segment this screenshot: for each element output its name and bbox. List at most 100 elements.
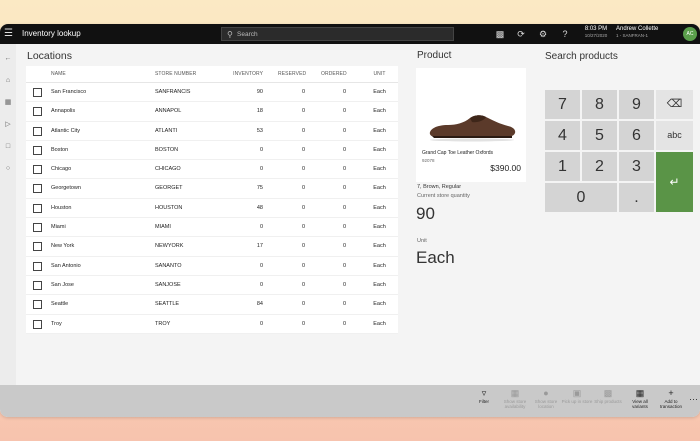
refresh-icon[interactable]: ⟳	[515, 28, 527, 40]
plus-icon: +	[668, 388, 674, 398]
row-checkbox[interactable]	[33, 184, 42, 194]
key-abc[interactable]: abc	[656, 121, 693, 150]
cell-reserved: 0	[301, 320, 305, 327]
cell-store-number: NEWYORK	[155, 243, 184, 250]
pick-up-in-store-button[interactable]: ▣ Pick up in store	[561, 387, 593, 404]
cell-reserved: 0	[301, 185, 305, 192]
cell-store-number: CHICAGO	[155, 166, 181, 173]
back-arrow-icon[interactable]: ←	[3, 54, 13, 64]
cell-name: San Jose	[51, 281, 74, 288]
key-decimal[interactable]: .	[619, 183, 654, 212]
left-nav: ← ⌂ ▦ ▷ □ ○	[0, 44, 16, 417]
more-icon[interactable]: ⋯	[689, 394, 698, 405]
ship-products-button[interactable]: ▩ Ship products	[592, 387, 624, 404]
cell-reserved: 0	[301, 166, 305, 173]
key-7[interactable]: 7	[545, 90, 580, 119]
show-store-availability-button[interactable]: ▦ Show store availability	[499, 387, 531, 409]
row-checkbox[interactable]	[33, 280, 42, 290]
key-1[interactable]: 1	[545, 152, 580, 181]
table-row[interactable]: New York NEWYORK 17 0 0 Each	[26, 237, 398, 257]
row-checkbox[interactable]	[33, 319, 42, 329]
key-5[interactable]: 5	[582, 121, 617, 150]
table-body: San Francisco SANFRANCIS 90 0 0 Each Annapolis…	[26, 83, 398, 334]
row-checkbox[interactable]	[33, 242, 42, 252]
cell-ordered: 0	[342, 281, 346, 288]
col-name[interactable]: NAME	[51, 66, 66, 82]
row-checkbox[interactable]	[33, 203, 42, 213]
cell-ordered: 0	[342, 166, 346, 173]
row-checkbox[interactable]	[33, 300, 42, 310]
table-row[interactable]: Troy TROY 0 0 0 Each	[26, 315, 398, 334]
location-icon: ●	[543, 388, 549, 398]
filter-button[interactable]: ▿ Filter	[468, 387, 500, 404]
col-unit[interactable]: UNIT	[371, 66, 388, 82]
row-checkbox[interactable]	[33, 88, 42, 97]
unit-label: Unit	[417, 238, 427, 244]
table-row[interactable]: Houston HOUSTON 48 0 0 Each	[26, 199, 398, 219]
bottom-app-bar: ▿ Filter ▦ Show store availability ● Sho…	[0, 385, 700, 417]
key-0[interactable]: 0	[545, 183, 617, 212]
search-products-title: Search products	[545, 51, 618, 62]
shoe-image	[429, 115, 516, 142]
col-reserved[interactable]: RESERVED	[278, 66, 306, 82]
unit-value: Each	[416, 248, 455, 267]
search-placeholder: Search	[237, 31, 258, 38]
table-row[interactable]: Annapolis ANNAPOL 18 0 0 Each	[26, 102, 398, 122]
row-checkbox[interactable]	[33, 261, 42, 271]
chat-icon[interactable]: ▩	[494, 28, 506, 40]
row-checkbox[interactable]	[33, 107, 42, 117]
cell-name: Houston	[51, 204, 72, 211]
product-card[interactable]: Grand Cap Toe Leather Oxfords 92078 $390…	[416, 68, 526, 182]
user-info[interactable]: Andrew Collette 1 - SANFRAN-1	[616, 26, 674, 39]
cell-inventory: 90	[256, 89, 263, 95]
table-row[interactable]: Georgetown GEORGET 75 0 0 Each	[26, 179, 398, 199]
key-8[interactable]: 8	[582, 90, 617, 119]
key-6[interactable]: 6	[619, 121, 654, 150]
search-input[interactable]: ⚲ Search	[221, 27, 454, 41]
row-checkbox[interactable]	[33, 126, 42, 136]
enter-icon[interactable]: ↵	[656, 152, 693, 212]
row-checkbox[interactable]	[33, 165, 42, 175]
cell-inventory: 84	[256, 301, 263, 308]
view-all-variants-button[interactable]: ▦ View all variants	[624, 387, 656, 409]
bag-icon[interactable]: □	[3, 142, 13, 152]
show-store-location-button[interactable]: ● Show store location	[530, 387, 562, 409]
table-row[interactable]: Boston BOSTON 0 0 0 Each	[26, 141, 398, 161]
products-icon[interactable]: ▦	[3, 98, 13, 108]
table-row[interactable]: Chicago CHICAGO 0 0 0 Each	[26, 160, 398, 180]
product-price: $390.00	[490, 163, 521, 173]
cell-reserved: 0	[301, 243, 305, 250]
add-to-transaction-button[interactable]: + Add to transaction	[655, 387, 687, 409]
tag-icon[interactable]: ▷	[3, 120, 13, 130]
settings-circle-icon[interactable]: ○	[3, 164, 13, 174]
key-4[interactable]: 4	[545, 121, 580, 150]
key-9[interactable]: 9	[619, 90, 654, 119]
col-store-number[interactable]: STORE NUMBER	[155, 66, 196, 82]
table-row[interactable]: Atlantic City ATLANTI 53 0 0 Each	[26, 122, 398, 141]
col-ordered[interactable]: ORDERED	[321, 66, 347, 82]
gear-icon[interactable]: ⚙	[537, 28, 549, 40]
row-checkbox[interactable]	[33, 145, 42, 155]
table-row[interactable]: Seattle SEATTLE 84 0 0 Each	[26, 295, 398, 315]
table-row[interactable]: San Jose SANJOSE 0 0 0 Each	[26, 276, 398, 296]
time: 8:03 PM	[584, 26, 608, 32]
row-checkbox[interactable]	[33, 223, 42, 233]
app-title: Inventory lookup	[22, 29, 81, 38]
help-icon[interactable]: ?	[559, 28, 571, 40]
col-inventory[interactable]: INVENTORY	[231, 66, 263, 82]
filter-icon: ▿	[481, 388, 487, 398]
show-store-location-label: Show store location	[534, 399, 558, 409]
cell-name: Chicago	[51, 166, 72, 173]
table-row[interactable]: San Antonio SANANTO 0 0 0 Each	[26, 257, 398, 276]
key-2[interactable]: 2	[582, 152, 617, 181]
table-row[interactable]: Miami MIAMI 0 0 0 Each	[26, 218, 398, 238]
cell-unit: Each	[373, 89, 386, 95]
home-icon[interactable]: ⌂	[3, 76, 13, 86]
hamburger-menu-icon[interactable]: ☰	[4, 28, 16, 40]
avatar[interactable]: AC	[683, 27, 697, 41]
table-row[interactable]: San Francisco SANFRANCIS 90 0 0 Each	[26, 83, 398, 103]
key-3[interactable]: 3	[619, 152, 654, 181]
cell-ordered: 0	[342, 320, 346, 327]
cell-reserved: 0	[301, 204, 305, 211]
backspace-icon[interactable]: ⌫	[656, 90, 693, 119]
